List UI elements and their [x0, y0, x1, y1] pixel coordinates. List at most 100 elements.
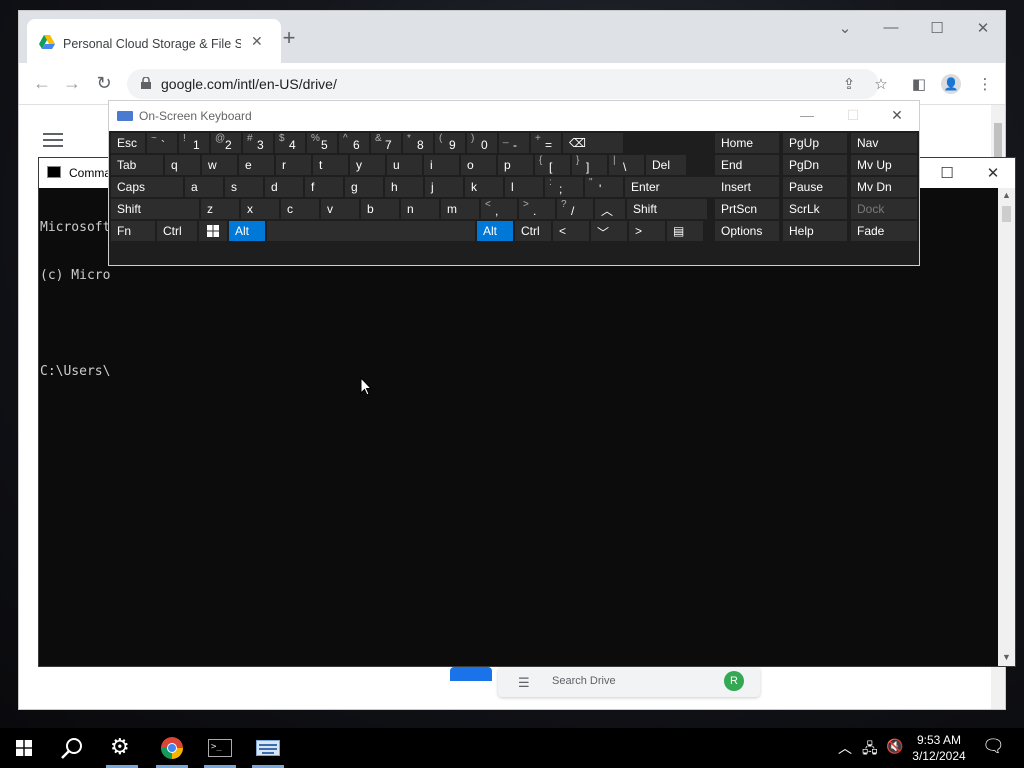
- osk-titlebar[interactable]: On-Screen Keyboard — ☐ ✕: [109, 101, 919, 131]
- osk-close-icon[interactable]: ✕: [887, 107, 907, 124]
- key-home[interactable]: Home: [715, 133, 779, 153]
- key-][interactable]: }]: [572, 155, 607, 175]
- key-help[interactable]: Help: [783, 221, 847, 241]
- key-menu-key[interactable]: ▤: [667, 221, 703, 241]
- key-b[interactable]: b: [361, 199, 399, 219]
- osk-maximize-icon[interactable]: ☐: [843, 107, 863, 124]
- key-fade[interactable]: Fade: [851, 221, 917, 241]
- drive-menu-icon[interactable]: ☰: [518, 675, 530, 691]
- osk-minimize-icon[interactable]: —: [797, 107, 817, 123]
- key-windows-key[interactable]: [199, 221, 227, 241]
- taskbar-clock[interactable]: 9:53 AM 3/12/2024: [908, 732, 970, 764]
- browser-tab-drive[interactable]: Personal Cloud Storage & File Sh ✕: [27, 19, 281, 63]
- profile-avatar-icon[interactable]: 👤: [941, 74, 961, 94]
- key-dock[interactable]: Dock: [851, 199, 917, 219]
- key-y[interactable]: y: [350, 155, 385, 175]
- key-shift[interactable]: Shift: [111, 199, 199, 219]
- start-button[interactable]: [0, 728, 48, 768]
- key-backspace[interactable]: ⌫: [563, 133, 623, 153]
- key-end[interactable]: End: [715, 155, 779, 175]
- volume-muted-icon[interactable]: 🔇: [886, 738, 903, 755]
- key-s[interactable]: s: [225, 177, 263, 197]
- key-pause[interactable]: Pause: [783, 177, 847, 197]
- key-8[interactable]: * 8: [403, 133, 433, 153]
- key-alt[interactable]: Alt: [477, 221, 513, 241]
- cmd-close-icon[interactable]: ✕: [983, 164, 1003, 182]
- key-7[interactable]: & 7: [371, 133, 401, 153]
- key-pgdn[interactable]: PgDn: [783, 155, 847, 175]
- new-tab-icon[interactable]: +: [279, 25, 299, 51]
- key-mv-up[interactable]: Mv Up: [851, 155, 917, 175]
- key-c[interactable]: c: [281, 199, 319, 219]
- key-1[interactable]: ! 1: [179, 133, 209, 153]
- drive-avatar[interactable]: R: [724, 671, 744, 691]
- key-del[interactable]: Del: [646, 155, 686, 175]
- taskbar-search-button[interactable]: [48, 728, 96, 768]
- key-0[interactable]: ) 0: [467, 133, 497, 153]
- key-h[interactable]: h: [385, 177, 423, 197]
- cmd-maximize-icon[interactable]: ☐: [937, 164, 957, 182]
- key-prtscn[interactable]: PrtScn: [715, 199, 779, 219]
- key-insert[interactable]: Insert: [715, 177, 779, 197]
- key-'[interactable]: " ': [585, 177, 623, 197]
- scroll-up-icon[interactable]: ▲: [998, 190, 1015, 200]
- key-.[interactable]: >.: [519, 199, 555, 219]
- drive-search-bar[interactable]: ☰ Search Drive R: [498, 667, 760, 697]
- key-f[interactable]: f: [305, 177, 343, 197]
- key-t[interactable]: t: [313, 155, 348, 175]
- key-[[interactable]: {[: [535, 155, 570, 175]
- taskbar-on-screen-keyboard[interactable]: [244, 728, 292, 768]
- taskbar-command-prompt[interactable]: >_: [196, 728, 244, 768]
- key-g[interactable]: g: [345, 177, 383, 197]
- key-/[interactable]: ? /: [557, 199, 593, 219]
- key-nav[interactable]: Nav: [851, 133, 917, 153]
- key-enter[interactable]: Enter: [625, 177, 727, 197]
- key-2[interactable]: @2: [211, 133, 241, 153]
- key-k[interactable]: k: [465, 177, 503, 197]
- key-u[interactable]: u: [387, 155, 422, 175]
- key-i[interactable]: i: [424, 155, 459, 175]
- hamburger-menu-icon[interactable]: [43, 133, 63, 147]
- key-options[interactable]: Options: [715, 221, 779, 241]
- key-l[interactable]: l: [505, 177, 543, 197]
- tab-search-chevron-icon[interactable]: ⌄: [835, 19, 855, 37]
- key-space[interactable]: [267, 221, 475, 241]
- key-caps[interactable]: Caps: [111, 177, 183, 197]
- key-o[interactable]: o: [461, 155, 496, 175]
- key-r[interactable]: r: [276, 155, 311, 175]
- show-hidden-icons-chevron-icon[interactable]: ︿: [838, 738, 852, 758]
- cmd-scrollbar[interactable]: ▲ ▼: [998, 188, 1015, 666]
- key-;[interactable]: :;: [545, 177, 583, 197]
- key-q[interactable]: q: [165, 155, 200, 175]
- key-ctrl[interactable]: Ctrl: [515, 221, 551, 241]
- key-w[interactable]: w: [202, 155, 237, 175]
- forward-icon[interactable]: →: [61, 73, 83, 94]
- more-menu-icon[interactable]: ⋮: [975, 75, 995, 93]
- key-fn[interactable]: Fn: [111, 221, 155, 241]
- bookmark-star-icon[interactable]: ☆: [871, 75, 891, 93]
- maximize-icon[interactable]: ☐: [927, 19, 947, 37]
- key-9[interactable]: (9: [435, 133, 465, 153]
- key-alt[interactable]: Alt: [229, 221, 265, 241]
- key-tab[interactable]: Tab: [111, 155, 163, 175]
- close-window-icon[interactable]: ✕: [973, 19, 993, 37]
- key-pgup[interactable]: PgUp: [783, 133, 847, 153]
- key-4[interactable]: $4: [275, 133, 305, 153]
- key-a[interactable]: a: [185, 177, 223, 197]
- taskbar-settings[interactable]: ⚙: [98, 728, 146, 768]
- scroll-down-icon[interactable]: ▼: [998, 652, 1015, 662]
- key-arrow-down[interactable]: ﹀: [591, 221, 627, 241]
- cmd-scroll-thumb[interactable]: [1002, 206, 1011, 222]
- key-v[interactable]: v: [321, 199, 359, 219]
- key-mv-dn[interactable]: Mv Dn: [851, 177, 917, 197]
- reload-icon[interactable]: ↻: [93, 73, 115, 94]
- key-\[interactable]: | \: [609, 155, 644, 175]
- tab-close-icon[interactable]: ✕: [251, 33, 263, 50]
- key-arrow-right[interactable]: >: [629, 221, 665, 241]
- address-bar[interactable]: google.com/intl/en-US/drive/: [127, 69, 879, 99]
- key--[interactable]: _ -: [499, 133, 529, 153]
- key-n[interactable]: n: [401, 199, 439, 219]
- network-icon[interactable]: 🖧: [862, 738, 878, 762]
- key-5[interactable]: % 5: [307, 133, 337, 153]
- key-arrow-up[interactable]: ︿: [595, 199, 625, 219]
